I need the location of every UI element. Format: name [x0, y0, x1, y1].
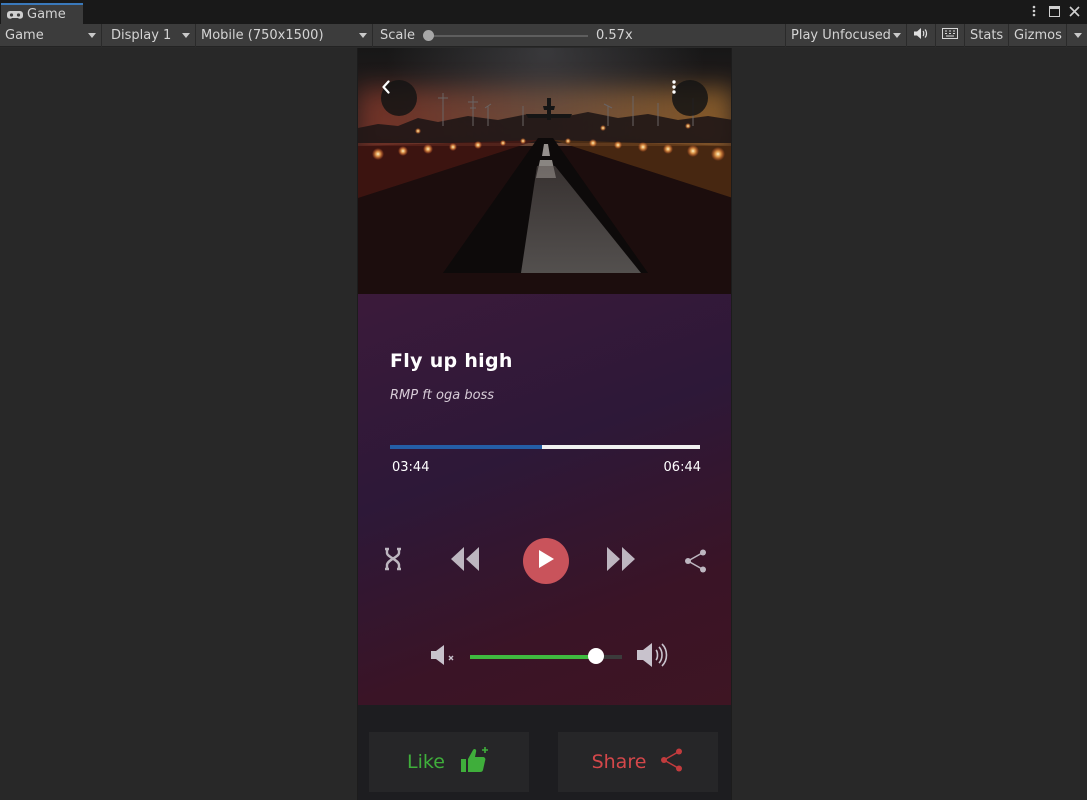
- share-icon: [660, 748, 684, 777]
- fast-forward-button[interactable]: [606, 546, 636, 576]
- chevron-down-icon: [88, 33, 96, 38]
- display-label: Display 1: [111, 28, 172, 43]
- fast-forward-icon: [606, 546, 636, 576]
- song-title: Fly up high: [390, 350, 513, 372]
- close-icon[interactable]: [1067, 3, 1081, 19]
- mute-icon: [430, 644, 458, 670]
- window-controls: [1027, 3, 1081, 19]
- total-time: 06:44: [663, 460, 701, 475]
- tab-bar: Game: [0, 0, 1087, 24]
- scale-label: Scale: [380, 28, 415, 43]
- speaker-icon: [914, 28, 928, 43]
- unity-editor-window: Game Game Display 1 Mobile (750x1500) Sc…: [0, 0, 1087, 800]
- rewind-button[interactable]: [450, 546, 480, 576]
- gizmos-dropdown[interactable]: [1067, 24, 1087, 47]
- play-button[interactable]: [523, 538, 569, 584]
- mute-audio-toggle[interactable]: [907, 24, 936, 47]
- current-time: 03:44: [392, 460, 430, 475]
- like-label: Like: [407, 751, 445, 773]
- chevron-down-icon: [359, 33, 367, 38]
- chevron-down-icon: [893, 33, 901, 38]
- more-options-button[interactable]: [672, 80, 708, 116]
- thumbs-up-icon: [459, 744, 491, 781]
- mobile-screen: Fly up high RMP ft oga boss 03:44 06:44: [357, 48, 732, 800]
- bottom-action-bar: Like Share: [358, 705, 731, 800]
- stats-toggle[interactable]: Stats: [965, 24, 1009, 47]
- gizmos-toggle[interactable]: Gizmos: [1009, 24, 1067, 47]
- game-view-dropdown[interactable]: Game: [0, 24, 102, 47]
- volume-icon: [636, 642, 668, 672]
- tab-title: Game: [27, 7, 66, 22]
- keyboard-icon: [942, 28, 958, 43]
- game-view-label: Game: [5, 28, 44, 43]
- shuffle-button[interactable]: [384, 547, 402, 575]
- tab-game[interactable]: Game: [1, 3, 83, 24]
- back-button[interactable]: [381, 80, 417, 116]
- kebab-menu-icon[interactable]: [1027, 3, 1041, 19]
- seek-bar-progress: [390, 445, 542, 449]
- play-mode-dropdown[interactable]: Play Unfocused: [785, 24, 907, 47]
- rewind-icon: [450, 546, 480, 576]
- max-volume-button[interactable]: [636, 642, 668, 672]
- scale-value: 0.57x: [596, 28, 633, 43]
- like-button[interactable]: Like: [369, 732, 529, 792]
- resolution-dropdown[interactable]: Mobile (750x1500): [196, 24, 373, 47]
- shuffle-icon: [384, 547, 402, 575]
- seek-bar[interactable]: [390, 445, 700, 449]
- scale-slider-track[interactable]: [428, 35, 588, 37]
- volume-slider-fill: [470, 655, 597, 659]
- keyboard-shortcuts-toggle[interactable]: [936, 24, 965, 47]
- share-icon: [684, 549, 708, 577]
- display-dropdown[interactable]: Display 1: [102, 24, 196, 47]
- scale-slider-thumb[interactable]: [423, 30, 434, 41]
- play-icon: [537, 549, 555, 573]
- song-artist: RMP ft oga boss: [390, 388, 495, 403]
- share-button[interactable]: Share: [558, 732, 718, 792]
- resolution-label: Mobile (750x1500): [201, 28, 324, 43]
- gizmos-label: Gizmos: [1014, 28, 1062, 43]
- share-track-button[interactable]: [684, 549, 708, 577]
- mute-button[interactable]: [430, 644, 458, 670]
- album-art-image: [358, 48, 731, 294]
- share-label: Share: [591, 751, 647, 773]
- game-view-toolbar: Game Display 1 Mobile (750x1500) Scale 0…: [0, 24, 1087, 47]
- chevron-down-icon: [1074, 33, 1082, 38]
- maximize-icon[interactable]: [1047, 3, 1061, 19]
- chevron-down-icon: [182, 33, 190, 38]
- gamepad-icon: [7, 10, 23, 20]
- play-mode-label: Play Unfocused: [791, 28, 891, 43]
- stats-label: Stats: [970, 28, 1004, 43]
- player-panel: Fly up high RMP ft oga boss 03:44 06:44: [358, 294, 731, 705]
- volume-slider-thumb[interactable]: [588, 648, 605, 664]
